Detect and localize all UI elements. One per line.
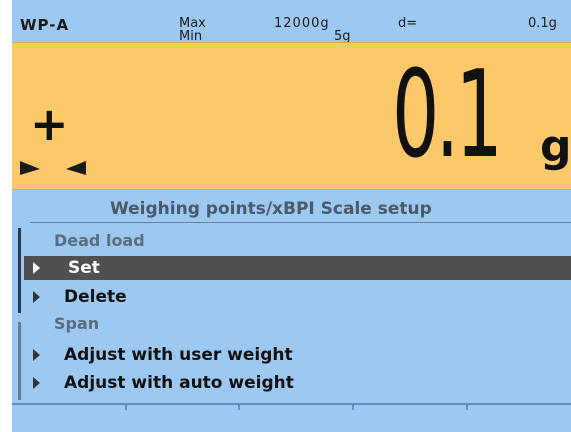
- arrow-right-icon: [33, 349, 40, 361]
- group-label-span: Span: [54, 314, 100, 333]
- weight-display: + 0.1 g: [12, 42, 571, 190]
- group-bar-dead-load: [18, 228, 21, 313]
- menu-item-set[interactable]: Set: [24, 256, 571, 280]
- menu-item-adjust-auto-weight[interactable]: Adjust with auto weight: [24, 371, 571, 395]
- softkey-divider: [125, 405, 127, 410]
- arrow-right-icon: [33, 262, 40, 274]
- scale-id: WP-A: [20, 16, 70, 34]
- sign-indicator: +: [30, 97, 69, 151]
- arrow-right-icon: [33, 291, 40, 303]
- arrow-right-icon: [33, 377, 40, 389]
- title-divider: [30, 222, 571, 223]
- menu-item-label: Set: [68, 258, 100, 278]
- readability-label: d=: [398, 16, 418, 31]
- max-value: 12000g: [274, 16, 330, 31]
- menu-item-label: Adjust with auto weight: [64, 373, 294, 393]
- menu-title: Weighing points/xBPI Scale setup: [110, 199, 432, 219]
- softkey-divider: [466, 405, 468, 410]
- readability-value: 0.1g: [528, 16, 557, 31]
- scale-display-screen: WP-A Max Min 12000g 5g d= 0.1g + 0.1 g W…: [12, 0, 571, 432]
- softkey-divider: [352, 405, 354, 410]
- group-label-dead-load: Dead load: [54, 231, 145, 250]
- weight-value: 0.1: [392, 46, 503, 185]
- stability-indicator-icon: [20, 161, 86, 175]
- weight-unit: g: [540, 121, 571, 172]
- softkey-divider: [238, 405, 240, 410]
- softkey-bar-line: [12, 403, 571, 405]
- menu-item-adjust-user-weight[interactable]: Adjust with user weight: [24, 343, 571, 367]
- menu-item-delete[interactable]: Delete: [24, 285, 571, 309]
- menu-item-label: Delete: [64, 287, 127, 307]
- group-bar-span: [18, 322, 21, 400]
- status-header: WP-A Max Min 12000g 5g d= 0.1g: [12, 0, 571, 44]
- menu-item-label: Adjust with user weight: [64, 345, 293, 365]
